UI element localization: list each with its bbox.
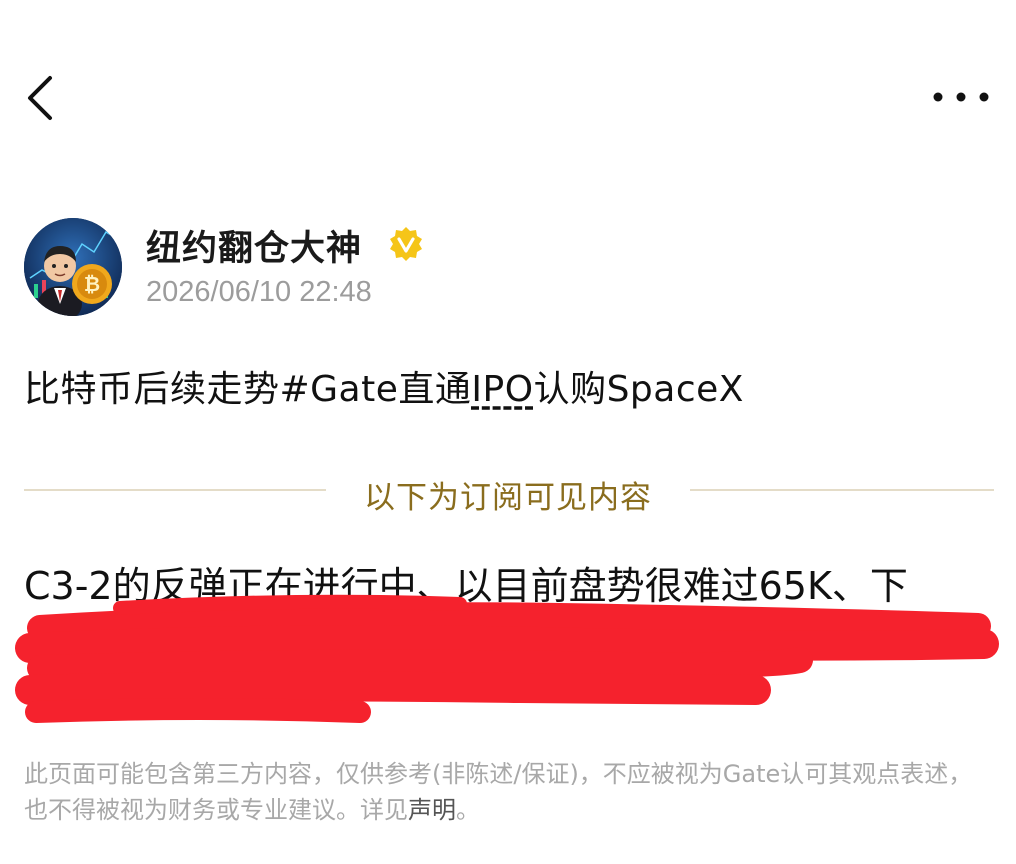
subscriber-only-divider: 以下为订阅可见内容 xyxy=(364,480,652,516)
statement-link[interactable]: 声明 xyxy=(408,796,456,824)
author-name[interactable]: 纽约翻仓大神 xyxy=(146,220,362,271)
chevron-left-icon xyxy=(28,76,52,120)
disclaimer-text: 此页面可能包含第三方内容，仅供参考(非陈述/保证)，不应被视为Gate认可其观点… xyxy=(24,760,973,824)
more-options-button[interactable] xyxy=(930,82,994,112)
avatar-image: ₿ xyxy=(24,218,122,316)
third-party-disclaimer: 此页面可能包含第三方内容，仅供参考(非陈述/保证)，不应被视为Gate认可其观点… xyxy=(24,756,994,828)
back-button[interactable] xyxy=(22,72,62,124)
author-avatar[interactable]: ₿ xyxy=(24,218,122,316)
ipo-term-link[interactable]: IPO xyxy=(471,369,533,410)
content-line: C3-2的反弹正在进行中、以目前盘势很难过65K、下 xyxy=(24,564,908,608)
post-title: 比特币后续走势#Gate直通IPO认购SpaceX xyxy=(24,360,744,412)
post-title-text[interactable]: 比特币后续走势#Gate直通 xyxy=(24,369,471,410)
svg-text:₿: ₿ xyxy=(84,272,100,296)
disclaimer-end: 。 xyxy=(456,796,480,824)
verified-badge-icon xyxy=(388,226,424,262)
post-timestamp: 2026/06/10 22:48 xyxy=(146,276,372,308)
more-horizontal-icon xyxy=(933,92,989,102)
post-content: C3-2的反弹正在进行中、以目前盘势很难过65K、下 xyxy=(24,552,992,752)
post-title-suffix[interactable]: 认购SpaceX xyxy=(534,369,744,410)
